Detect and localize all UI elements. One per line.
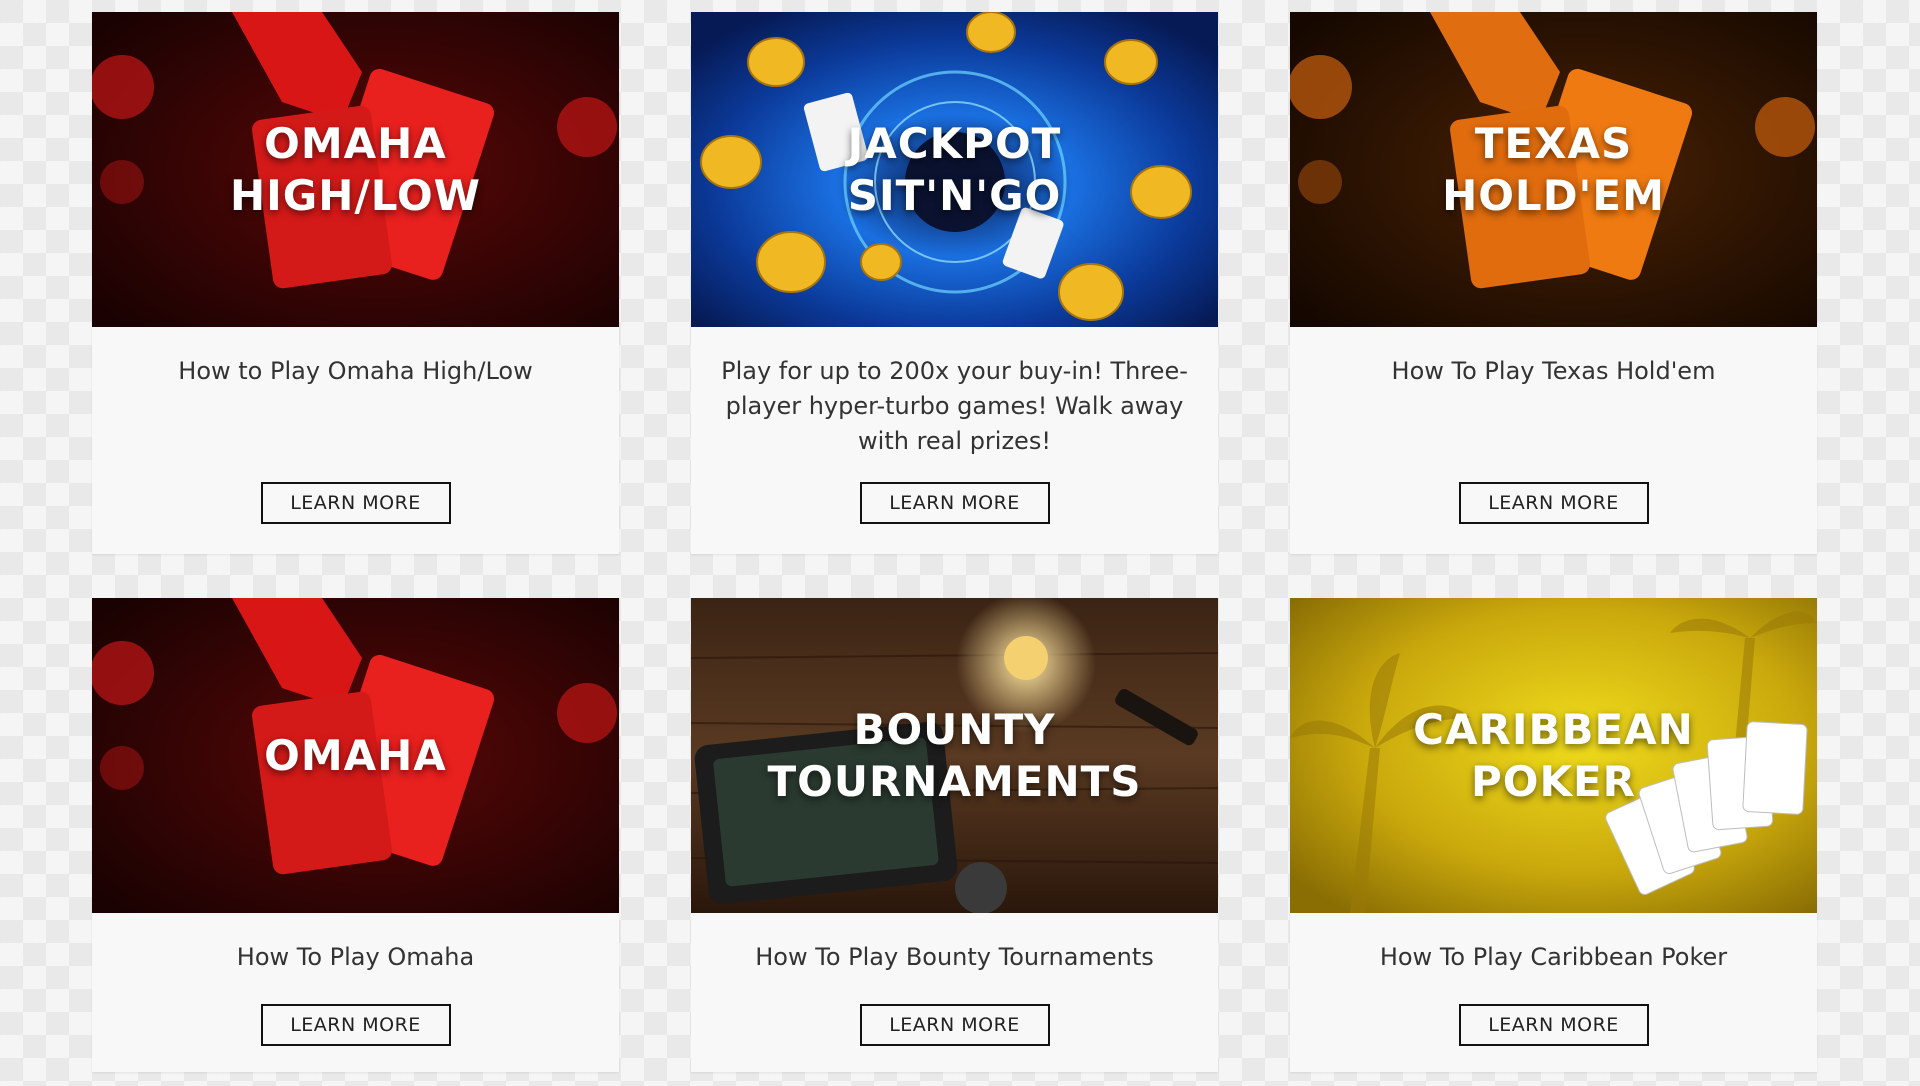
card-image-title: CARIBBEAN POKER — [1290, 704, 1817, 808]
card-omaha-high-low: OMAHA HIGH/LOW How to Play Omaha High/Lo… — [92, 12, 619, 554]
card-image[interactable]: CARIBBEAN POKER — [1290, 598, 1817, 913]
learn-more-button[interactable]: LEARN MORE — [260, 1004, 451, 1046]
card-image[interactable]: JACKPOT SIT'N'GO — [691, 12, 1218, 327]
card-image-title: OMAHA HIGH/LOW — [92, 118, 619, 222]
card-description: How To Play Omaha — [236, 943, 475, 971]
card-caribbean-poker: CARIBBEAN POKER How To Play Caribbean Po… — [1290, 598, 1817, 1072]
title-line: TEXAS — [1474, 118, 1633, 168]
card-image[interactable]: TEXAS HOLD'EM — [1290, 12, 1817, 327]
card-image[interactable]: OMAHA HIGH/LOW — [92, 12, 619, 327]
card-description: How to Play Omaha High/Low — [178, 357, 533, 385]
title-line: BOUNTY — [853, 704, 1056, 754]
title-line: OMAHA — [264, 730, 447, 780]
card-image[interactable]: BOUNTY TOURNAMENTS — [691, 598, 1218, 913]
learn-more-button[interactable]: LEARN MORE — [1458, 482, 1649, 524]
card-texas-holdem: TEXAS HOLD'EM How To Play Texas Hold'em … — [1290, 12, 1817, 554]
title-line: HIGH/LOW — [229, 170, 482, 220]
card-description: How To Play Texas Hold'em — [1391, 357, 1716, 385]
game-card-grid: OMAHA HIGH/LOW How to Play Omaha High/Lo… — [92, 12, 1817, 1072]
title-line: JACKPOT — [847, 118, 1062, 168]
card-image[interactable]: OMAHA — [92, 598, 619, 913]
card-bounty-tournaments: BOUNTY TOURNAMENTS How To Play Bounty To… — [691, 598, 1218, 1072]
learn-more-button[interactable]: LEARN MORE — [859, 482, 1050, 524]
card-image-title: OMAHA — [92, 730, 619, 782]
learn-more-button[interactable]: LEARN MORE — [1458, 1004, 1649, 1046]
title-line: SIT'N'GO — [847, 170, 1062, 220]
title-line: HOLD'EM — [1442, 170, 1665, 220]
card-image-title: JACKPOT SIT'N'GO — [691, 118, 1218, 222]
title-line: POKER — [1470, 756, 1637, 806]
card-description: Play for up to 200x your buy-in! Three-p… — [721, 357, 1188, 455]
card-image-title: TEXAS HOLD'EM — [1290, 118, 1817, 222]
title-line: OMAHA — [264, 118, 447, 168]
card-image-title: BOUNTY TOURNAMENTS — [691, 704, 1218, 808]
learn-more-button[interactable]: LEARN MORE — [859, 1004, 1050, 1046]
card-jackpot-sitngo: JACKPOT SIT'N'GO Play for up to 200x you… — [691, 12, 1218, 554]
learn-more-button[interactable]: LEARN MORE — [260, 482, 451, 524]
card-description: How To Play Caribbean Poker — [1379, 943, 1728, 971]
title-line: TOURNAMENTS — [767, 756, 1142, 806]
title-line: CARIBBEAN — [1413, 704, 1694, 754]
card-description: How To Play Bounty Tournaments — [755, 943, 1154, 971]
card-omaha: OMAHA How To Play Omaha LEARN MORE — [92, 598, 619, 1072]
